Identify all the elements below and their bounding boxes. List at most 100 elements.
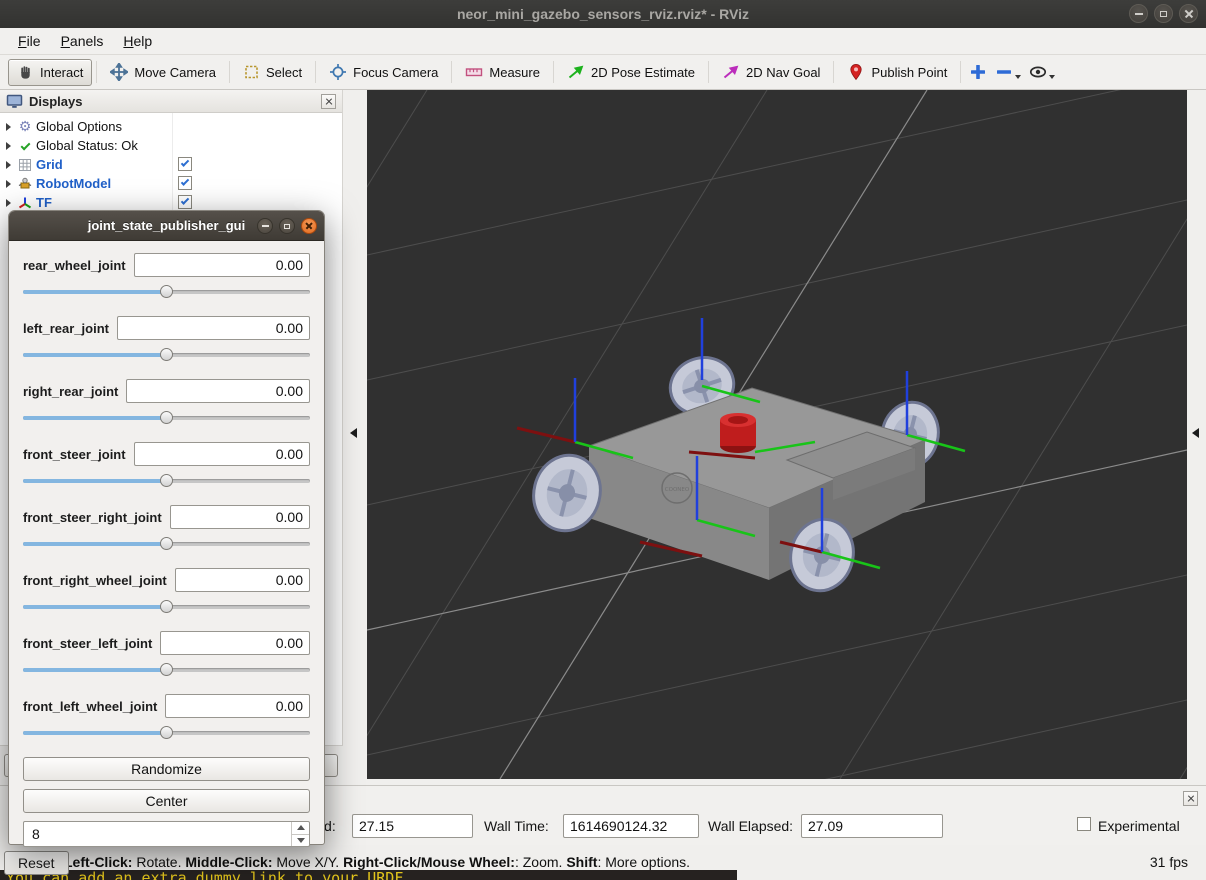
toolbar-separator <box>229 61 230 83</box>
menu-bar: File Panels Help <box>0 28 1206 55</box>
center-button[interactable]: Center <box>23 789 310 813</box>
slider-handle[interactable] <box>159 726 173 739</box>
expander-icon[interactable] <box>6 179 11 188</box>
window-close-button[interactable] <box>1179 4 1198 23</box>
dialog-close-button[interactable] <box>301 218 317 234</box>
joint-slider[interactable] <box>23 474 310 487</box>
slider-handle[interactable] <box>159 600 173 613</box>
wall-time-field[interactable] <box>563 814 699 838</box>
time-panel-close-button[interactable] <box>1183 791 1198 806</box>
move-camera-tool-button[interactable]: Move Camera <box>101 58 225 86</box>
slider-fill <box>23 479 167 483</box>
joint-slider[interactable] <box>23 285 310 298</box>
joint-value-field[interactable] <box>169 505 310 529</box>
arrow-down-icon <box>296 837 305 843</box>
spin-down-button[interactable] <box>292 833 309 847</box>
joint-row: left_rear_joint <box>23 316 310 361</box>
toolbar-separator <box>552 61 554 83</box>
slider-fill <box>23 542 167 546</box>
measure-tool-button[interactable]: Measure <box>456 58 549 86</box>
add-tool-button[interactable] <box>965 60 991 84</box>
joint-state-publisher-dialog[interactable]: joint_state_publisher_gui rear_wheel_joi… <box>8 210 325 847</box>
joint-slider[interactable] <box>23 537 310 550</box>
displays-panel-header[interactable]: Displays <box>0 90 342 113</box>
tree-row-global-options[interactable]: Global Options <box>0 117 342 136</box>
spin-up-button[interactable] <box>292 822 309 834</box>
ros-elapsed-field[interactable] <box>352 814 473 838</box>
tool-label: 2D Pose Estimate <box>590 64 696 80</box>
dialog-titlebar[interactable]: joint_state_publisher_gui <box>9 211 324 241</box>
tool-label: Move Camera <box>134 64 216 80</box>
joints-spinbox[interactable] <box>23 821 310 847</box>
wall-elapsed-field[interactable] <box>801 814 943 838</box>
joint-value-field[interactable] <box>133 253 310 277</box>
joint-value-field[interactable] <box>165 694 310 718</box>
reset-button[interactable]: Reset <box>4 851 69 875</box>
experimental-checkbox[interactable] <box>1077 817 1091 831</box>
right-splitter[interactable] <box>1187 90 1206 785</box>
grid-enabled-checkbox[interactable] <box>178 157 192 171</box>
plus-icon <box>971 65 986 79</box>
joint-value-field[interactable] <box>116 316 310 340</box>
collapse-left-icon[interactable] <box>350 428 357 438</box>
slider-handle[interactable] <box>159 285 173 298</box>
nav-goal-tool-button[interactable]: 2D Nav Goal <box>713 58 829 86</box>
expander-icon[interactable] <box>6 122 11 131</box>
expander-icon[interactable] <box>6 160 11 169</box>
focus-camera-tool-button[interactable]: Focus Camera <box>320 58 447 86</box>
dialog-maximize-button[interactable] <box>279 218 295 234</box>
joint-row: front_steer_left_joint <box>23 631 310 676</box>
spinbox-value[interactable] <box>24 822 289 846</box>
joint-slider[interactable] <box>23 663 310 676</box>
tool-visibility-button[interactable] <box>1025 60 1059 84</box>
joint-value-field[interactable] <box>126 379 310 403</box>
joint-row: front_right_wheel_joint <box>23 568 310 613</box>
slider-handle[interactable] <box>159 474 173 487</box>
slider-handle[interactable] <box>159 411 173 424</box>
slider-handle[interactable] <box>159 537 173 550</box>
joint-value-field[interactable] <box>133 442 310 466</box>
randomize-button[interactable]: Randomize <box>23 757 310 781</box>
select-tool-button[interactable]: Select <box>234 58 311 86</box>
menu-panels[interactable]: Panels <box>51 29 114 53</box>
remove-tool-button[interactable] <box>991 60 1025 84</box>
3d-viewport[interactable]: COONEO <box>367 90 1187 779</box>
tool-label: 2D Nav Goal <box>746 64 821 80</box>
joint-value-field[interactable] <box>160 631 310 655</box>
dialog-minimize-button[interactable] <box>257 218 273 234</box>
tree-row-grid[interactable]: Grid <box>0 155 342 174</box>
pose-estimate-tool-button[interactable]: 2D Pose Estimate <box>558 58 704 86</box>
joint-slider[interactable] <box>23 726 310 739</box>
minus-icon <box>997 70 1012 74</box>
window-maximize-button[interactable] <box>1154 4 1173 23</box>
tf-axes-icon <box>16 196 34 210</box>
window-titlebar[interactable]: neor_mini_gazebo_sensors_rviz.rviz* - RV… <box>0 0 1206 28</box>
menu-file[interactable]: File <box>8 29 51 53</box>
interact-tool-button[interactable]: Interact <box>8 58 93 86</box>
joint-value-field[interactable] <box>174 568 310 592</box>
tf-enabled-checkbox[interactable] <box>178 195 192 209</box>
joint-label: left_rear_joint <box>23 320 109 336</box>
tree-row-global-status[interactable]: Global Status: Ok <box>0 136 342 155</box>
displays-panel-close-button[interactable] <box>321 93 336 109</box>
left-splitter[interactable] <box>343 90 367 785</box>
expander-icon[interactable] <box>6 198 11 207</box>
maximize-icon <box>1160 10 1167 17</box>
slider-handle[interactable] <box>159 663 173 676</box>
publish-point-tool-button[interactable]: Publish Point <box>838 58 956 86</box>
robotmodel-enabled-checkbox[interactable] <box>178 176 192 190</box>
joint-slider[interactable] <box>23 600 310 613</box>
joint-slider[interactable] <box>23 411 310 424</box>
joint-label: front_left_wheel_joint <box>23 698 158 714</box>
tool-bar: Interact Move Camera Select Focus Camera… <box>0 55 1206 90</box>
tree-row-robotmodel[interactable]: RobotModel <box>0 174 342 193</box>
window-minimize-button[interactable] <box>1129 4 1148 23</box>
collapse-right-icon[interactable] <box>1192 428 1199 438</box>
displays-tree: Global Options Global Status: Ok Grid Ro… <box>0 113 342 215</box>
menu-help[interactable]: Help <box>113 29 162 53</box>
expander-icon[interactable] <box>6 141 11 150</box>
tool-label: Select <box>266 64 303 80</box>
joint-slider[interactable] <box>23 348 310 361</box>
toolbar-separator <box>315 61 317 83</box>
slider-handle[interactable] <box>159 348 173 361</box>
